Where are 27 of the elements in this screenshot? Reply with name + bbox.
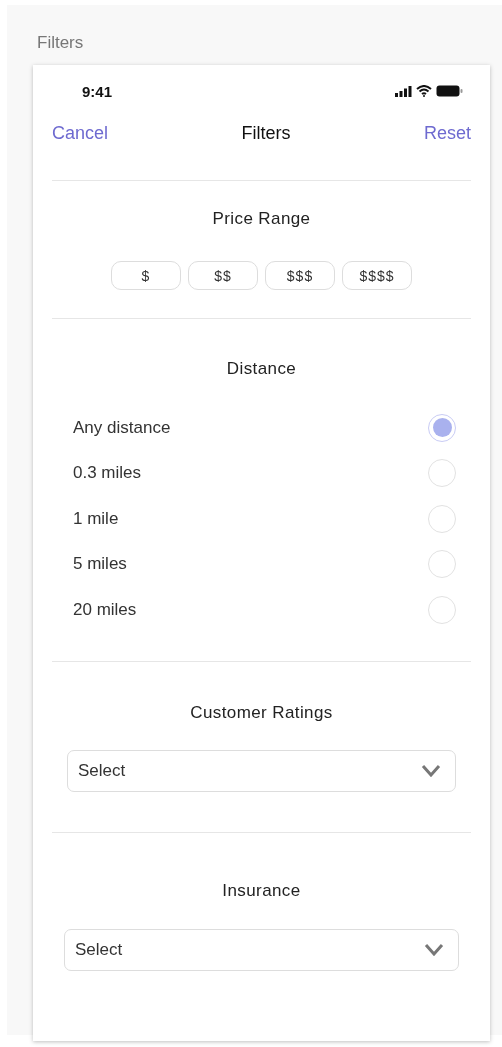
section-title: Customer Ratings — [189, 702, 334, 723]
section-title: Insurance — [221, 880, 302, 901]
chevron-down-icon — [424, 943, 444, 956]
signal-icon — [395, 85, 412, 97]
distance-label: 5 miles — [73, 554, 127, 575]
distance-label: 1 mile — [73, 508, 119, 529]
placeholder-text: Select — [75, 939, 123, 960]
insurance-select[interactable]: Select — [64, 928, 459, 971]
price-option[interactable]: $$$ — [265, 261, 335, 290]
placeholder-text: Select — [78, 760, 126, 781]
price-option[interactable]: $$ — [188, 261, 258, 290]
distance-label: Any distance — [73, 417, 171, 438]
price-option[interactable]: $ — [111, 261, 181, 290]
distance-label: 20 miles — [73, 599, 137, 620]
status-time: 9:41 — [82, 82, 113, 100]
page-title: Filters — [36, 33, 85, 54]
section-title: Price Range — [211, 209, 312, 229]
reset-button[interactable]: Reset — [423, 122, 471, 144]
distance-label: 0.3 miles — [73, 463, 142, 484]
battery-icon — [436, 85, 463, 97]
ratings-select[interactable]: Select — [67, 749, 456, 792]
chevron-down-icon — [421, 764, 441, 777]
wifi-icon — [416, 85, 432, 97]
cancel-button[interactable]: Cancel — [52, 122, 109, 144]
screen-title: Filters — [241, 122, 291, 144]
section-title: Distance — [225, 359, 298, 379]
price-option[interactable]: $$$$ — [342, 261, 412, 290]
